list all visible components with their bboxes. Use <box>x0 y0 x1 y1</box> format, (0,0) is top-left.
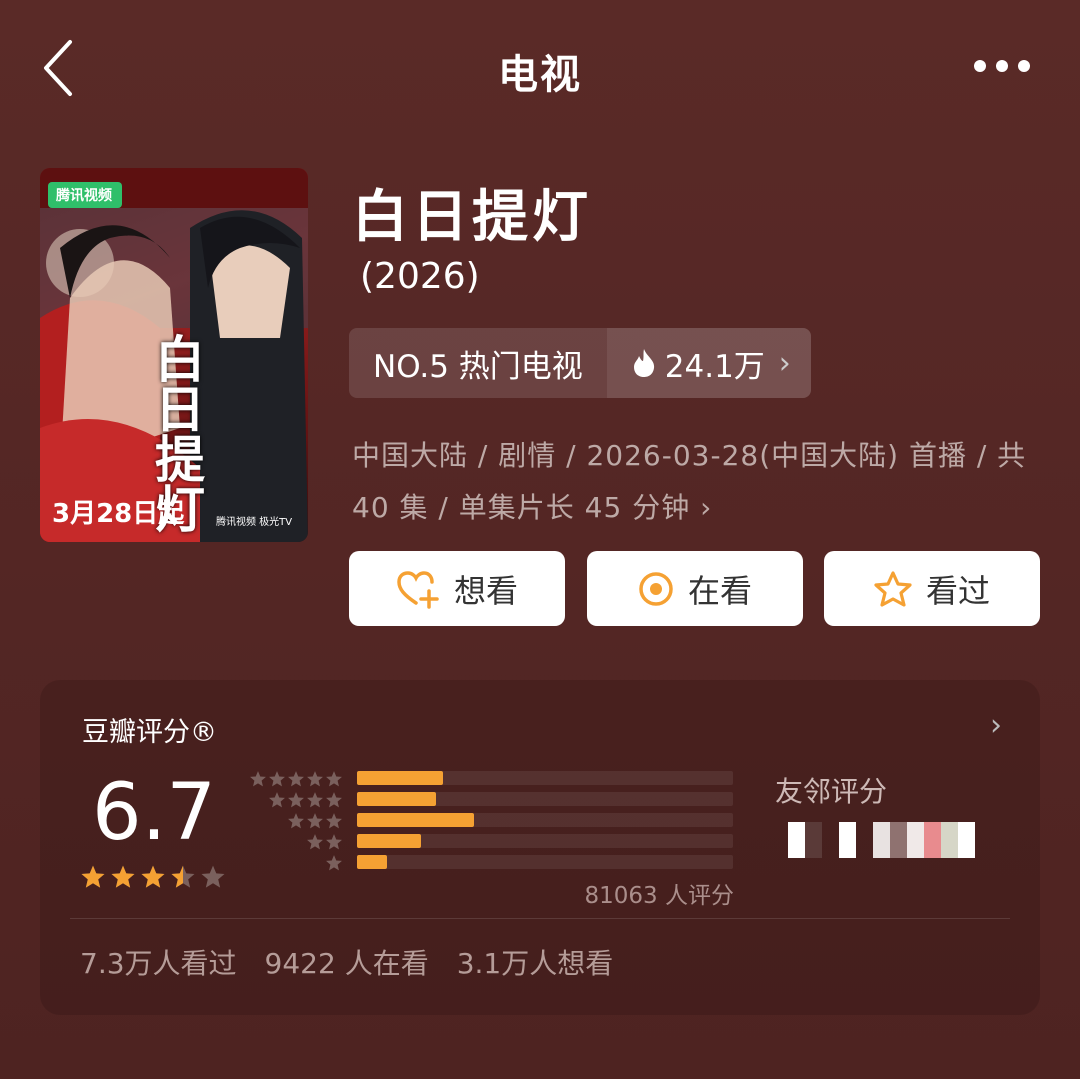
star-icon <box>326 771 342 787</box>
star-icon <box>269 771 285 787</box>
page-title: 电视 <box>498 52 582 98</box>
star-icon <box>307 813 323 829</box>
star-icon <box>288 813 304 829</box>
star-icon <box>307 771 323 787</box>
friends-rating-mosaic <box>788 822 975 858</box>
watched-button[interactable]: 看过 <box>824 551 1040 626</box>
poster-image[interactable]: 腾讯视频 白日提灯 3月28日起 腾讯视频 极光TV <box>40 168 308 542</box>
audience-stats: 7.3万人看过 9422 人在看 3.1万人想看 <box>80 942 613 982</box>
star-level-2 <box>306 833 343 851</box>
star-icon <box>250 771 266 787</box>
rating-card: 豆瓣评分® › 6.7 81063 人评分 友邻评分 7.3万人看过 9422 … <box>40 680 1040 1015</box>
distribution-bar-track <box>357 855 733 869</box>
poster-platform-logo: 腾讯视频 <box>48 182 122 208</box>
distribution-bar-4-star <box>357 792 436 806</box>
star-icon <box>141 865 165 888</box>
star-level-5 <box>249 770 343 788</box>
star-icon <box>171 865 195 888</box>
distribution-bar-2-star <box>357 834 421 848</box>
watched-label: 看过 <box>925 571 990 610</box>
watching-button[interactable]: 在看 <box>587 551 803 626</box>
star-icon <box>326 813 342 829</box>
meta-line-1: 中国大陆 / 剧情 / 2026-03-28(中国大陆) 首播 / 共 <box>352 439 1027 472</box>
chevron-right-icon: › <box>778 345 791 381</box>
star-icon <box>288 792 304 808</box>
distribution-bar-track <box>357 813 733 827</box>
rank-badge[interactable]: NO.5 热门电视 24.1万 › <box>349 328 811 398</box>
heat-indicator[interactable]: 24.1万 › <box>606 328 811 398</box>
star-icon <box>288 771 304 787</box>
distribution-bar-5-star <box>357 771 444 785</box>
show-year: (2026) <box>360 256 480 297</box>
rating-score: 6.7 <box>92 768 217 858</box>
poster-date-text: 3月28日起 <box>52 499 185 529</box>
rating-count: 81063 人评分 <box>584 883 734 909</box>
more-icon[interactable] <box>974 60 1030 72</box>
rank-label: NO.5 热门电视 <box>373 348 583 385</box>
distribution-bar-track <box>357 834 733 848</box>
star-icon <box>326 792 342 808</box>
watching-count: 9422 人在看 <box>264 947 429 980</box>
rating-title: 豆瓣评分® <box>82 717 217 748</box>
star-icon <box>269 792 285 808</box>
star-level-3 <box>287 812 343 830</box>
star-icon <box>111 865 135 888</box>
distribution-bar-3-star <box>357 813 474 827</box>
watching-label: 在看 <box>687 571 752 610</box>
star-icon <box>307 834 323 850</box>
show-title: 白日提灯 <box>352 185 592 250</box>
meta-line-2: 40 集 / 单集片长 45 分钟 <box>352 491 691 524</box>
distribution-bar-track <box>357 771 733 785</box>
star-icon <box>326 834 342 850</box>
distribution-bar-track <box>357 792 733 806</box>
friends-rating-title: 友邻评分 <box>775 775 888 808</box>
star-outline-icon <box>874 570 912 607</box>
star-icon <box>81 865 105 888</box>
heat-value: 24.1万 <box>664 348 765 385</box>
star-icon <box>201 865 225 888</box>
chevron-right-icon: › <box>700 491 713 524</box>
rating-stars <box>80 864 226 890</box>
top-bar: 电视 <box>0 0 1080 135</box>
star-level-1 <box>325 854 343 872</box>
watched-count: 7.3万人看过 <box>80 947 237 980</box>
want-count: 3.1万人想看 <box>456 947 614 980</box>
chevron-right-icon[interactable]: › <box>990 708 1002 743</box>
star-icon <box>326 855 342 871</box>
star-icon <box>307 792 323 808</box>
flame-icon <box>633 349 654 377</box>
want-button[interactable]: 想看 <box>349 551 565 626</box>
star-level-4 <box>268 791 343 809</box>
distribution-bar-1-star <box>357 855 388 869</box>
want-label: 想看 <box>453 571 518 610</box>
heart-plus-icon <box>397 570 439 609</box>
target-icon <box>639 571 673 606</box>
show-meta[interactable]: 中国大陆 / 剧情 / 2026-03-28(中国大陆) 首播 / 共 40 集… <box>352 430 1032 534</box>
poster-platform-text: 腾讯视频 极光TV <box>216 517 293 528</box>
divider <box>70 918 1010 919</box>
